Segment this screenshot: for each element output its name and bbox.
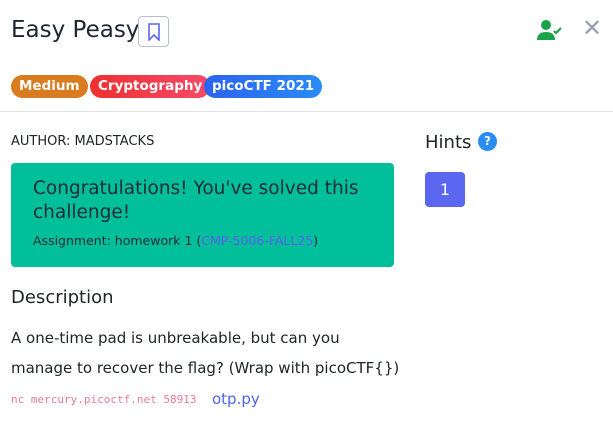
hint-button-1[interactable]: 1 — [425, 172, 465, 207]
description-text: A one-time pad is unbreakable, but can y… — [11, 329, 400, 377]
description-heading: Description — [11, 287, 114, 308]
bookmark-button[interactable] — [138, 16, 169, 47]
solved-message: Congratulations! You've solved this chal… — [33, 178, 359, 223]
help-icon[interactable]: ? — [478, 132, 497, 151]
hints-heading: Hints — [425, 132, 472, 153]
difficulty-badge: Medium — [11, 75, 88, 98]
connection-command: nc mercury.picoctf.net 58913 — [11, 393, 197, 406]
assignment-link[interactable]: CMP-5006-FALL25 — [201, 233, 313, 248]
assignment-label: Assignment: homework 1 ( — [33, 233, 202, 248]
assignment-info: Assignment: homework 1 (CMP-5006-FALL25) — [33, 233, 318, 248]
solved-banner: Congratulations! You've solved this chal… — [11, 163, 394, 267]
author: AUTHOR: MADSTACKS — [11, 134, 155, 149]
file-link[interactable]: otp.py — [212, 390, 260, 408]
challenge-title: Easy Peasy — [11, 17, 140, 43]
close-button[interactable]: ✕ — [582, 14, 602, 42]
bookmark-icon — [147, 22, 160, 41]
divider — [0, 111, 613, 112]
event-badge: picoCTF 2021 — [204, 75, 323, 98]
category-badge: Cryptography — [90, 75, 211, 98]
assignment-suffix: ) — [313, 233, 319, 248]
user-solved-icon — [537, 19, 563, 45]
